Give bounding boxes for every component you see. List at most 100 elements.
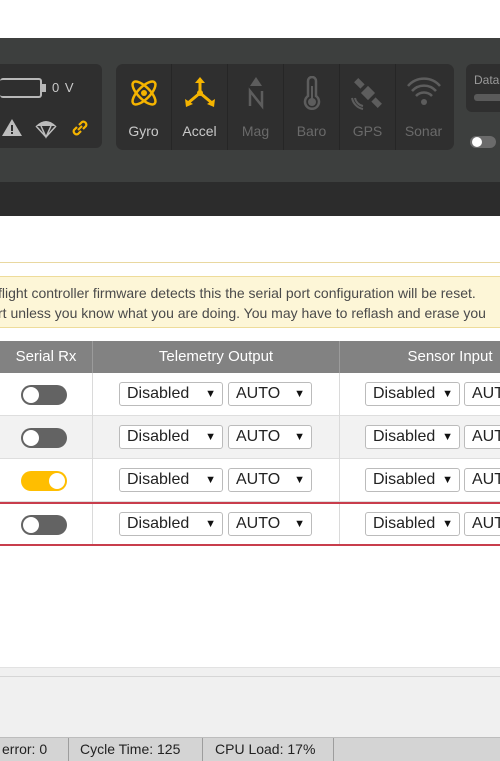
select-value: AUTO — [236, 471, 281, 488]
sensor-label: Gyro — [128, 123, 159, 139]
header-bottom-strip — [0, 182, 500, 216]
telemetry-output-select[interactable]: Disabled ▼ — [119, 468, 223, 492]
dropdown-arrow-icon: ▼ — [294, 474, 305, 486]
battery-icon — [0, 78, 42, 98]
baro-icon — [303, 76, 321, 110]
select-value: Disabled — [127, 471, 190, 488]
status-bar: error: 0 Cycle Time: 125 CPU Load: 17% — [0, 737, 500, 761]
telemetry-output-select[interactable]: Disabled ▼ — [119, 425, 223, 449]
dataflash-label: Data — [474, 73, 500, 87]
column-divider — [92, 504, 93, 544]
dropdown-arrow-icon: ▼ — [294, 388, 305, 400]
toggle-knob — [23, 387, 39, 403]
telemetry-output-select[interactable]: Disabled ▼ — [119, 512, 223, 536]
dropdown-arrow-icon: ▼ — [205, 388, 216, 400]
sensor-input-select[interactable]: Disabled ▼ — [365, 425, 460, 449]
column-header-serial-rx: Serial Rx — [15, 348, 77, 365]
serial-rx-toggle[interactable] — [21, 515, 67, 535]
select-value: AUTO — [472, 385, 500, 402]
note-text-line-1: flight controller firmware detects this … — [0, 285, 476, 301]
sensor-label: GPS — [352, 123, 383, 139]
battery-voltage: 0 V — [52, 80, 75, 95]
table-row-highlighted: Disabled ▼ AUTO ▼ Disabled ▼ AUTO — [0, 502, 500, 546]
select-value: AUTO — [472, 515, 500, 532]
status-divider — [202, 738, 203, 761]
select-value: AUTO — [236, 428, 281, 445]
battery-tip — [42, 84, 46, 92]
column-divider — [92, 459, 93, 502]
top-band — [0, 0, 500, 38]
telemetry-baud-select[interactable]: AUTO ▼ — [228, 512, 312, 536]
sensor-baud-select[interactable]: AUTO — [464, 468, 500, 492]
select-value: Disabled — [127, 515, 190, 532]
sensor-baro: Baro — [284, 64, 339, 150]
select-value: Disabled — [373, 385, 436, 402]
dropdown-arrow-icon: ▼ — [442, 388, 453, 400]
content-top-border — [0, 262, 500, 263]
toggle-knob — [23, 517, 39, 533]
select-value: Disabled — [373, 428, 436, 445]
sensor-label: Baro — [296, 123, 327, 139]
note-text-line-2: rt unless you know what you are doing. Y… — [0, 305, 486, 321]
dropdown-arrow-icon: ▼ — [294, 518, 305, 530]
accel-icon — [185, 77, 215, 107]
dropdown-arrow-icon: ▼ — [205, 474, 216, 486]
serial-rx-toggle[interactable] — [21, 428, 67, 448]
telemetry-output-select[interactable]: Disabled ▼ — [119, 382, 223, 406]
status-error-count: error: 0 — [2, 741, 48, 757]
dataflash-usage-bar — [474, 94, 500, 101]
sensor-input-select[interactable]: Disabled ▼ — [365, 382, 460, 406]
column-divider — [339, 416, 340, 459]
bottom-toolbar-area — [0, 667, 500, 737]
gps-icon — [351, 78, 382, 110]
select-value: AUTO — [472, 428, 500, 445]
column-divider — [339, 459, 340, 502]
column-divider — [92, 373, 93, 416]
status-cpu-load: CPU Load: 17% — [215, 741, 316, 757]
table-row: Disabled ▼ AUTO ▼ Disabled ▼ AUTO — [0, 416, 500, 459]
sensor-accel: Accel — [172, 64, 227, 150]
dropdown-arrow-icon: ▼ — [205, 431, 216, 443]
failsafe-parachute-icon — [35, 121, 57, 139]
telemetry-baud-select[interactable]: AUTO ▼ — [228, 382, 312, 406]
column-divider — [92, 416, 93, 459]
sensor-label: Sonar — [404, 123, 443, 139]
sensor-input-select[interactable]: Disabled ▼ — [365, 512, 460, 536]
select-value: AUTO — [236, 515, 281, 532]
status-divider — [68, 738, 69, 761]
toggle-knob — [49, 473, 65, 489]
link-icon — [72, 120, 88, 136]
sensor-gyro: Gyro — [116, 64, 171, 150]
sensor-mag: Mag — [228, 64, 283, 150]
sensor-baud-select[interactable]: AUTO — [464, 382, 500, 406]
status-divider — [333, 738, 334, 761]
telemetry-baud-select[interactable]: AUTO ▼ — [228, 425, 312, 449]
app-window: 0 V Gyro Accel Mag Baro GPS Sonar Data f… — [0, 0, 500, 761]
warning-icon — [2, 119, 22, 136]
table-row: Disabled ▼ AUTO ▼ Disabled ▼ AUTO — [0, 373, 500, 416]
expert-mode-toggle[interactable] — [470, 136, 496, 148]
dataflash-panel[interactable]: Data — [466, 64, 500, 112]
telemetry-baud-select[interactable]: AUTO ▼ — [228, 468, 312, 492]
sensor-input-select[interactable]: Disabled ▼ — [365, 468, 460, 492]
dropdown-arrow-icon: ▼ — [294, 431, 305, 443]
select-value: AUTO — [472, 471, 500, 488]
select-value: AUTO — [236, 385, 281, 402]
sensor-label: Accel — [182, 123, 217, 139]
sensor-baud-select[interactable]: AUTO — [464, 512, 500, 536]
select-value: Disabled — [127, 428, 190, 445]
column-header-telemetry-output: Telemetry Output — [158, 348, 274, 365]
sensor-gps: GPS — [340, 64, 395, 150]
status-cycle-time: Cycle Time: 125 — [80, 741, 181, 757]
sensor-sonar: Sonar — [396, 64, 451, 150]
table-row: Disabled ▼ AUTO ▼ Disabled ▼ AUTO — [0, 459, 500, 502]
gyro-icon — [131, 80, 157, 106]
select-value: Disabled — [373, 515, 436, 532]
dropdown-arrow-icon: ▼ — [442, 474, 453, 486]
dropdown-arrow-icon: ▼ — [442, 518, 453, 530]
sensor-label: Mag — [241, 123, 270, 139]
serial-rx-toggle[interactable] — [21, 471, 67, 491]
mag-icon — [248, 77, 264, 110]
serial-rx-toggle[interactable] — [21, 385, 67, 405]
sensor-baud-select[interactable]: AUTO — [464, 425, 500, 449]
